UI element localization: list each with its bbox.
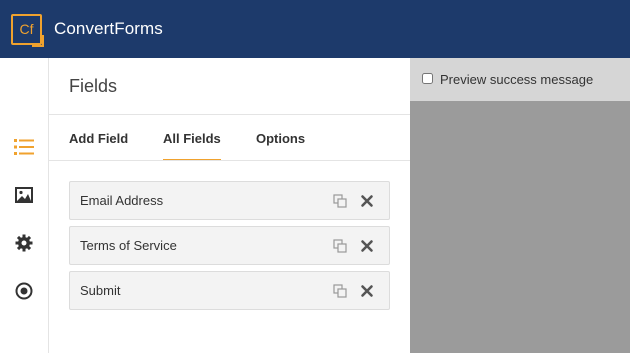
top-bar: Cf ConvertForms [0,0,630,58]
preview-area: Preview success message [410,58,630,353]
list-icon[interactable] [13,136,35,158]
preview-success-label[interactable]: Preview success message [440,72,593,87]
field-item-terms-of-service[interactable]: Terms of Service [69,226,390,265]
field-item-email-address[interactable]: Email Address [69,181,390,220]
close-icon[interactable] [360,284,374,298]
tab-all-fields[interactable]: All Fields [163,115,221,161]
tab-add-field[interactable]: Add Field [69,115,128,159]
logo: Cf [11,13,44,47]
logo-text: Cf [19,21,34,37]
duplicate-icon[interactable] [333,194,347,208]
field-label: Email Address [80,193,164,208]
duplicate-icon[interactable] [333,284,347,298]
preview-success-checkbox[interactable] [422,73,433,84]
tab-options[interactable]: Options [256,115,305,159]
field-item-submit[interactable]: Submit [69,271,390,310]
close-icon[interactable] [360,239,374,253]
icon-sidebar [0,58,49,353]
image-icon[interactable] [13,184,35,206]
panel-title: Fields [69,76,118,96]
panel-tabs: Add Field All Fields Options [49,115,410,161]
fields-panel: Fields Add Field All Fields Options Emai… [49,58,410,353]
field-label: Submit [80,283,121,298]
divider [49,160,410,161]
preview-toolbar: Preview success message [410,58,630,101]
duplicate-icon[interactable] [333,239,347,253]
gear-icon[interactable] [13,232,35,254]
target-icon[interactable] [13,280,35,302]
close-icon[interactable] [360,194,374,208]
field-label: Terms of Service [80,238,177,253]
brand-name: ConvertForms [54,19,163,38]
